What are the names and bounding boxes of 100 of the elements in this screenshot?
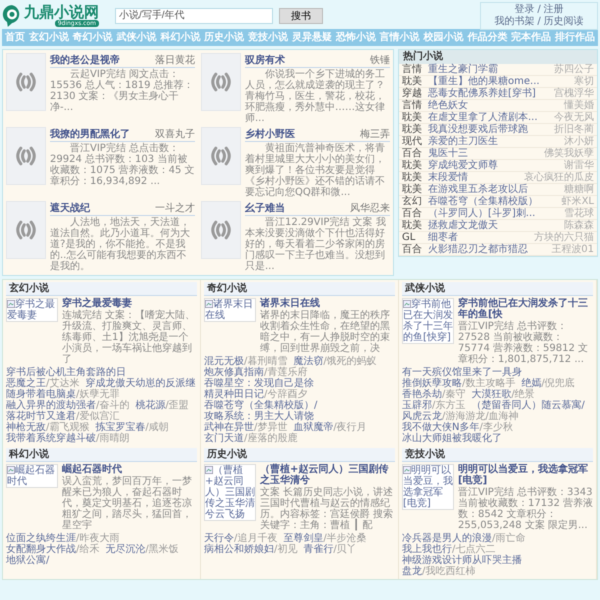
cover-placeholder[interactable] xyxy=(6,53,46,111)
book-author: 虾米XL xyxy=(562,196,594,207)
broken-cover-image[interactable]: （曹植+赵云同人）三国剧传之玉华清兮云飞扬 xyxy=(204,464,256,521)
book-title-link[interactable]: 【重生】他的果糖ome... xyxy=(428,76,540,87)
book-author: 佛笑我妖孽 xyxy=(544,148,594,159)
book-title-link[interactable]: 乡村小野医 xyxy=(245,129,295,141)
book-link[interactable]: 恶魔之王/艾达米 xyxy=(6,378,80,389)
book-title-link[interactable]: 绝色妖女 xyxy=(428,100,468,111)
book-link[interactable]: 女配翻身大作战/给禾 xyxy=(6,544,100,555)
book-link[interactable]: 我不做大侠N多年/李少秋 xyxy=(402,422,513,433)
book-title-link[interactable]: （斗罗同人）[斗罗]刺... xyxy=(428,208,536,219)
broken-cover-image[interactable]: 崛起石器时代 xyxy=(6,464,58,488)
category-label: 穿越 xyxy=(402,88,423,99)
book-title-link[interactable]: 拯救虐文龙傲天 xyxy=(428,220,498,231)
book-title-link[interactable]: （曹植+赵云同人）三国剧传之玉华清兮 xyxy=(260,464,395,486)
book-title-link[interactable]: 吞噬苍穹（全集精校版） xyxy=(428,196,538,207)
book-link[interactable]: 盘龙/我吃西红柿 xyxy=(402,566,476,577)
book-link[interactable]: 拣宝罗宝春/咸朝 xyxy=(95,422,169,433)
broken-cover-image[interactable]: 诸界末日在线 xyxy=(204,298,256,322)
broken-cover-image[interactable]: 明明可以当爱豆，我选拿冠军[电竞] xyxy=(402,464,454,510)
book-title-link[interactable]: 明明可以当爱豆，我选拿冠军[电竞] xyxy=(458,464,593,486)
book-title-link[interactable]: 恶毒女配佛系养娃[穿书] xyxy=(428,88,536,99)
book-link[interactable]: 精灵种田日记/兮辞酉夕 xyxy=(204,389,308,400)
book-link[interactable]: 攻略系统：男主大人请饶 xyxy=(204,411,314,422)
book-link[interactable]: 混元无极/暮刑晴雪 xyxy=(204,356,288,367)
book-link[interactable]: 炮灰修真指南/青莲乐府 xyxy=(204,367,308,378)
account-link[interactable]: 我的书架 xyxy=(494,16,534,28)
cover-placeholder[interactable] xyxy=(201,127,241,185)
book-title-link[interactable]: 我真没想要戏后带球跑 xyxy=(428,124,528,135)
book-title-link[interactable]: 鬼医十三 xyxy=(428,148,468,159)
book-link[interactable]: 绝嫣/倪兜底 xyxy=(521,378,575,389)
account-link[interactable]: 登录 xyxy=(514,4,534,16)
book-link[interactable]: 推倒妖孽攻略/数主攻略手 xyxy=(402,378,516,389)
book-title-link[interactable]: 穿书之最爱毒妻 xyxy=(62,298,197,309)
book-link[interactable]: 魔法窃/饿死的蚂蚁 xyxy=(293,356,377,367)
book-link[interactable]: 融入异界的渡劫强者/奋斗的 xyxy=(6,400,130,411)
book-title-link[interactable]: 重生之豪门学霸 xyxy=(428,64,498,75)
book-link[interactable]: 无尽沉沦/黑米饭 xyxy=(105,544,179,555)
book-link[interactable]: 位面之纨绔生涯/昨夜大雨 xyxy=(6,533,120,544)
site-logo-name[interactable]: 九鼎小说网 xyxy=(24,4,99,20)
book-link[interactable]: 大漠狂歌/绝景 xyxy=(471,389,535,400)
book-link[interactable]: 玄门天道/座落的殷鹿 xyxy=(204,433,298,444)
cover-placeholder[interactable] xyxy=(201,201,241,259)
book-summary: 晋江12.29VIP完结 文案 我本来没要没滴做个下什也活得好好的，每天看着二少爷家闲的房门感叹一下主子也难当。没想到只是... xyxy=(245,217,387,272)
book-link[interactable]: 随身带着电脑桌/妖孽无罪 xyxy=(6,389,120,400)
book-link[interactable]: 我上我也行/七点六二 xyxy=(402,544,496,555)
book-author: 糖糖啊 xyxy=(564,184,594,195)
book-title-link[interactable]: 崛起石器时代 xyxy=(62,464,197,475)
book-title-link[interactable]: 驭房有术 xyxy=(245,55,285,67)
book-title-link[interactable]: 幺子难当 xyxy=(245,203,285,215)
book-title-link[interactable]: 穿成纯爱文师尊 xyxy=(428,160,498,171)
book-link[interactable]: 桃花源/歪盟 xyxy=(135,400,189,411)
book-link[interactable]: 我带着系统穿越斗破/雨晴朗 xyxy=(6,433,130,444)
book-link[interactable]: 病相公和娇娘妇/初见 xyxy=(204,544,298,555)
book-title-link[interactable]: 细枣者 xyxy=(428,232,458,243)
account-link[interactable]: 历史阅读 xyxy=(544,16,584,28)
cover-placeholder[interactable] xyxy=(6,201,46,259)
search-field[interactable]: 小说/写手/年代 xyxy=(115,8,273,24)
book-link[interactable]: 血狱魔帝/夜行月 xyxy=(293,422,367,433)
book-link[interactable]: 风虎云龙/游海游龙/血海神 xyxy=(402,411,519,422)
book-link[interactable]: 落花时节又逢君/爱似宫汇 xyxy=(6,411,120,422)
book-title-link[interactable]: 穿书前他已在大润发杀了十三年的鱼[快 xyxy=(458,298,593,320)
book-link[interactable]: 冰山大师姐被我暖化了 xyxy=(402,433,502,444)
book-link[interactable]: 神枪无敌/霸飞观猴 xyxy=(6,422,90,433)
book-link[interactable]: 青雀行/贝丫 xyxy=(303,544,357,555)
search-button[interactable]: 搜书 xyxy=(279,8,323,24)
book-title-link[interactable]: 在游戏里五杀老攻以后 xyxy=(428,184,528,195)
book-link[interactable]: 穿书后被心机主角套路的日 xyxy=(6,367,126,378)
cover-placeholder[interactable] xyxy=(6,127,46,185)
book-link[interactable]: 穿成龙傲天幼崽的反派继 xyxy=(85,378,196,389)
book-summary: 晋江VIP完结 总书评数：3343 当前被收藏数：17132 营养液数：8542 文章积分：255,053,248 文案 限定男... xyxy=(458,487,593,531)
category-label: 百合 xyxy=(402,208,423,219)
book-link[interactable]: 至尊剑皇/半步沧桑 xyxy=(283,533,367,544)
book-link[interactable]: 玉辟邪/东方玉 xyxy=(402,400,466,411)
book-link[interactable]: 神级游戏设计师从吓哭主播 xyxy=(402,555,522,566)
book-link[interactable]: （楚留香同人）随云慕寓/ xyxy=(471,400,585,411)
book-title-link[interactable]: 末段爱情 xyxy=(428,172,468,183)
book-title-link[interactable]: 我的老公是视帝 xyxy=(50,55,120,67)
broken-cover-image[interactable]: 穿书之最爱毒妻 xyxy=(6,298,58,322)
cover-placeholder[interactable] xyxy=(201,53,241,111)
book-title-link[interactable]: 在虐文里拿了人渣剧本... xyxy=(428,112,538,123)
book-link[interactable]: 吞噬苍穹（全集精校版）/ xyxy=(204,400,318,411)
book-title-link[interactable]: 我撩的男配黑化了 xyxy=(50,129,130,141)
book-link[interactable]: 有一天殡仪馆里来了一具身 xyxy=(402,367,522,378)
book-title-link[interactable]: 诸界末日在线 xyxy=(260,298,395,309)
book-link[interactable]: 地狱公寓/ xyxy=(6,555,50,566)
book-link[interactable]: 天行令/追月千夜 xyxy=(204,533,278,544)
book-link[interactable]: 吞噬星空：发现自己是徐 xyxy=(204,378,314,389)
section-heading: 武侠小说 xyxy=(402,282,593,296)
category-label: 耽美 xyxy=(402,172,423,183)
broken-cover-image[interactable]: 穿书前他已在大润发杀了十三年的鱼[快穿] xyxy=(402,298,454,344)
book-title-link[interactable]: 遮天战纪 xyxy=(50,203,90,215)
logo-pin-icon xyxy=(2,4,22,28)
book-title-link[interactable]: 火影猎忍刃之都市猎忍 xyxy=(428,244,528,255)
account-link[interactable]: 注册 xyxy=(544,4,564,16)
book-link[interactable]: 香艳杀劫/秦守 xyxy=(402,389,466,400)
book-title-link[interactable]: 亲爱的主刀医生 xyxy=(428,136,498,147)
book-link[interactable]: 冷兵器是男人的浪漫/雨亡命 xyxy=(402,533,526,544)
book-author: 双喜丸子 xyxy=(155,128,195,141)
book-link[interactable]: 武神在异世/梦异世 xyxy=(204,422,288,433)
